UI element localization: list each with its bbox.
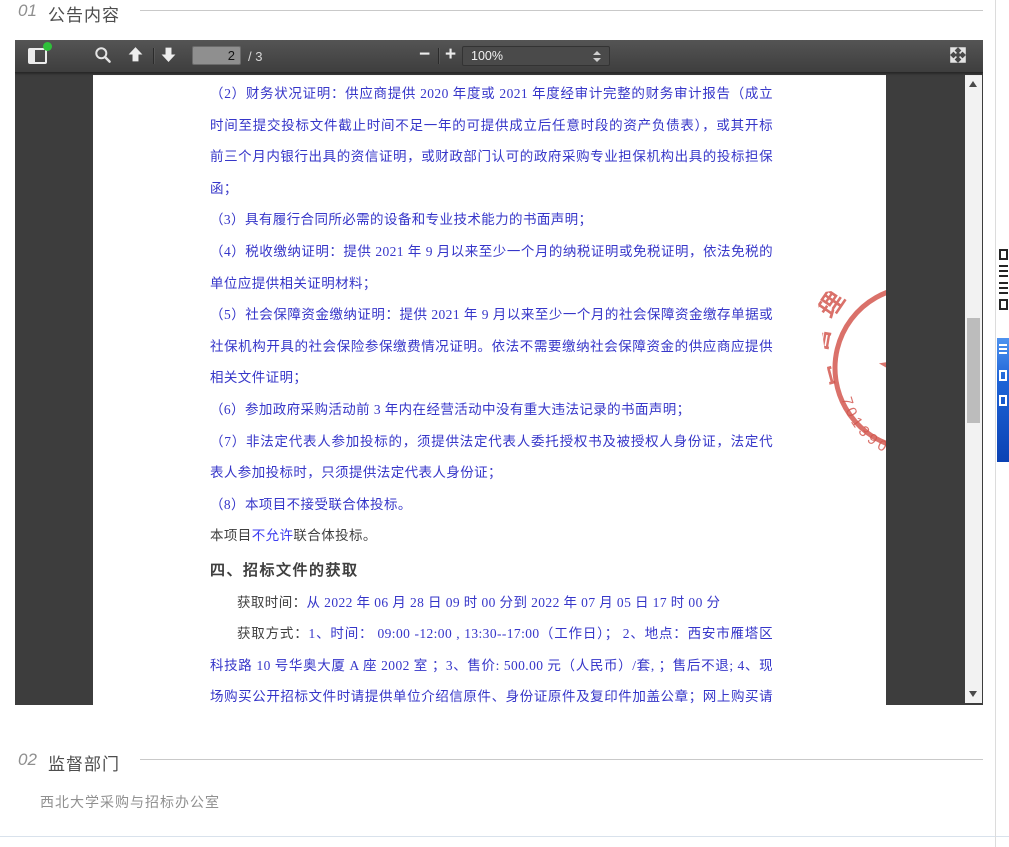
document-paragraph: （2）财务状况证明：供应商提供 2020 年度或 2021 年度经审计完整的财务… [210, 78, 773, 204]
document-paragraph: 本项目不允许联合体投标。 [210, 520, 773, 552]
zoom-out-button[interactable]: − [419, 44, 430, 66]
section-rule [140, 759, 983, 760]
section-number: 01 [18, 1, 37, 21]
scroll-up-icon[interactable] [969, 81, 977, 87]
section-announcement-header: 01 公告内容 [0, 0, 1009, 22]
scroll-down-icon[interactable] [969, 691, 977, 697]
search-icon [94, 46, 112, 64]
stamp-star-icon [875, 327, 886, 405]
zoom-level-value: 100% [471, 49, 503, 63]
document-paragraph: 获取方式：1、时间： 09:00 -12:00 , 13:30--17:00（工… [210, 618, 773, 705]
page-up-button[interactable] [127, 46, 147, 66]
toolbar-separator [153, 48, 154, 64]
document-paragraph: （6）参加政府采购活动前 3 年内在经营活动中没有重大违法记录的书面声明； [210, 394, 773, 426]
cutoff-glyph [999, 344, 1007, 356]
document-section-heading: 四、招标文件的获取 [210, 555, 773, 587]
page-count-label: / 3 [248, 49, 262, 64]
stamp-serial-number: 7013904 [837, 389, 886, 467]
section-title: 公告内容 [48, 1, 120, 26]
bottom-divider [0, 836, 1009, 837]
fullscreen-button[interactable] [949, 46, 969, 66]
official-stamp: 目管理 7013904 [817, 269, 886, 468]
pdf-toolbar: / 3 − + 100% [15, 40, 983, 73]
document-paragraph: 获取时间：从 2022 年 06 月 28 日 09 时 00 分到 2022 … [210, 587, 773, 619]
page-down-icon [160, 46, 177, 63]
svg-text:7013904: 7013904 [837, 389, 886, 467]
section-rule [140, 10, 983, 11]
cutoff-glyph [999, 299, 1008, 310]
side-widget-cutoff-text[interactable] [997, 244, 1009, 334]
section-number: 02 [18, 750, 37, 770]
page-down-button[interactable] [160, 46, 180, 66]
select-spinner-icon [593, 51, 601, 62]
fullscreen-icon [949, 46, 967, 64]
page-number-input[interactable] [192, 46, 241, 65]
section-supervision-header: 02 监督部门 [0, 749, 1009, 771]
pdf-scrollbar[interactable] [965, 75, 982, 703]
search-button[interactable] [94, 46, 114, 66]
right-panel-border [995, 0, 996, 847]
supervision-department-text: 西北大学采购与招标办公室 [40, 792, 220, 812]
toolbar-separator [438, 48, 439, 64]
document-paragraph: （3）具有履行合同所必需的设备和专业技术能力的书面声明； [210, 204, 773, 236]
sidebar-toggle-button[interactable] [28, 46, 48, 66]
zoom-in-button[interactable]: + [445, 44, 456, 66]
cutoff-glyph [999, 282, 1008, 294]
cutoff-glyph [999, 265, 1008, 277]
document-paragraph: （7）非法定代表人参加投标的，须提供法定代表人委托授权书及被授权人身份证，法定代… [210, 426, 773, 489]
section-title: 监督部门 [48, 750, 120, 775]
sidebar-indicator-dot [43, 42, 52, 51]
cutoff-glyph [999, 370, 1007, 381]
cutoff-glyph [999, 395, 1007, 406]
document-paragraph: （4）税收缴纳证明：提供 2021 年 9 月以来至少一个月的纳税证明或免税证明… [210, 236, 773, 299]
cutoff-glyph [999, 249, 1008, 260]
zoom-level-select[interactable]: 100% [462, 46, 610, 66]
page-up-icon [127, 46, 144, 63]
document-text: （2）财务状况证明：供应商提供 2020 年度或 2021 年度经审计完整的财务… [210, 78, 773, 705]
document-paragraph: （8）本项目不接受联合体投标。 [210, 489, 773, 521]
page-root: 01 公告内容 [0, 0, 1009, 847]
scrollbar-thumb[interactable] [967, 318, 980, 423]
pdf-viewport: （2）财务状况证明：供应商提供 2020 年度或 2021 年度经审计完整的财务… [15, 73, 983, 705]
pdf-page: （2）财务状况证明：供应商提供 2020 年度或 2021 年度经审计完整的财务… [93, 75, 886, 705]
side-widget-cutoff-blue[interactable] [997, 338, 1009, 462]
pdf-viewer: / 3 − + 100% [15, 40, 983, 705]
document-paragraph: （5）社会保障资金缴纳证明：提供 2021 年 9 月以来至少一个月的社会保障资… [210, 299, 773, 394]
sidebar-toggle-icon [28, 48, 47, 64]
